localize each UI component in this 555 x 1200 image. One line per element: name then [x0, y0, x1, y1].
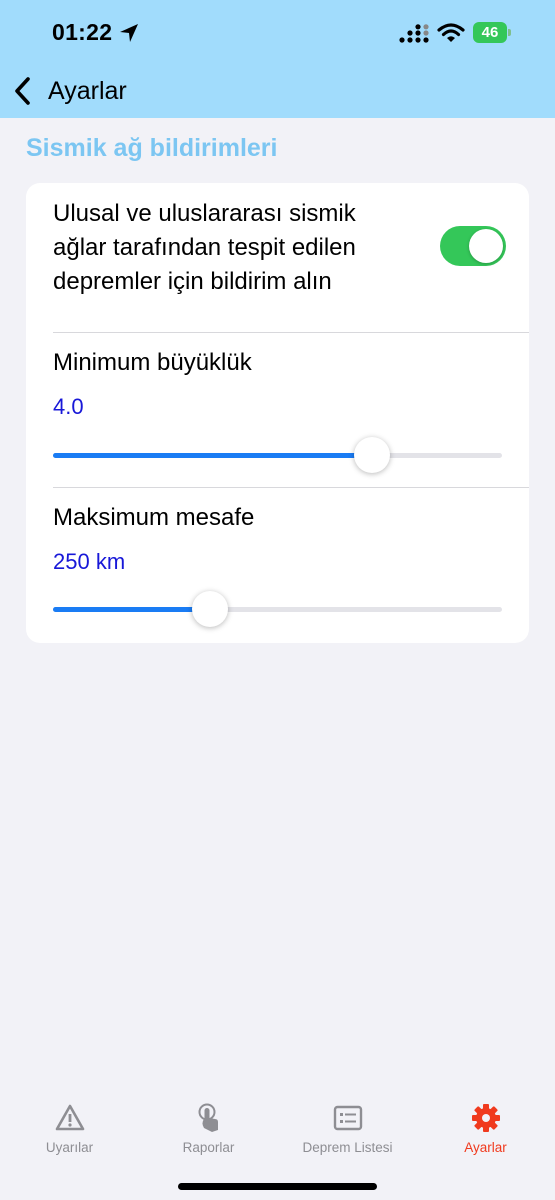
tab-label: Ayarlar [464, 1140, 507, 1155]
signal-icon [399, 24, 429, 43]
max-distance-slider-thumb[interactable] [192, 591, 229, 627]
nav-bar: Ayarlar [0, 64, 555, 118]
battery-icon: 46 [473, 22, 511, 43]
max-distance-value: 250 km [53, 549, 126, 574]
tab-raporlar[interactable]: Raporlar [139, 1088, 278, 1168]
warning-triangle-icon [55, 1104, 84, 1131]
notification-toggle[interactable] [440, 226, 506, 266]
wifi-icon [437, 23, 465, 42]
section-title: Sismik ağ bildirimleri [26, 134, 278, 162]
max-distance-slider-fill [53, 607, 211, 612]
min-magnitude-slider-thumb[interactable] [353, 437, 390, 473]
toggle-knob [469, 229, 503, 263]
tab-label: Uyarılar [45, 1140, 94, 1155]
status-bar: 01:22 46 [0, 0, 555, 64]
tab-deprem-listesi[interactable]: Deprem Listesi [278, 1088, 417, 1168]
location-arrow-icon [120, 24, 138, 42]
min-magnitude-value: 4.0 [53, 394, 84, 419]
status-time: 01:22 [52, 19, 113, 45]
chevron-left-icon [15, 77, 30, 105]
header: 01:22 46 Ayarlar [0, 0, 555, 118]
list-icon [333, 1105, 362, 1131]
tab-uyarilar[interactable]: Uyarılar [0, 1088, 139, 1168]
tab-ayarlar[interactable]: Ayarlar [416, 1088, 555, 1168]
min-magnitude-slider-fill [53, 453, 372, 458]
battery-level: 46 [481, 24, 499, 41]
max-distance-slider[interactable] [53, 591, 502, 627]
min-magnitude-title: Minimum büyüklük [53, 349, 252, 376]
divider [53, 487, 529, 488]
settings-card: Ulusal ve uluslararası sismik ağlar tara… [26, 183, 529, 643]
tab-label: Deprem Listesi [302, 1140, 393, 1155]
back-label: Ayarlar [48, 76, 127, 105]
gear-icon [471, 1104, 500, 1132]
min-magnitude-slider[interactable] [53, 437, 502, 473]
home-indicator [178, 1183, 377, 1190]
max-distance-title: Maksimum mesafe [53, 504, 255, 531]
divider [53, 332, 529, 333]
tab-label: Raporlar [182, 1140, 235, 1155]
back-button[interactable]: Ayarlar [10, 68, 127, 114]
notification-description: Ulusal ve uluslararası sismik ağlar tara… [53, 200, 356, 295]
hand-tap-icon [198, 1103, 218, 1132]
